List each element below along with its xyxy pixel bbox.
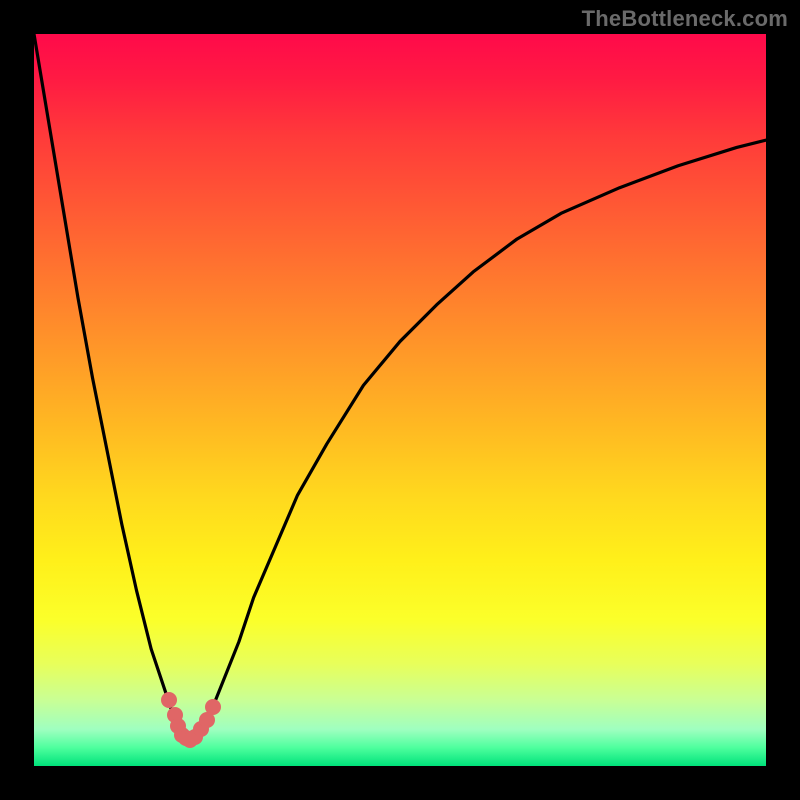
highlight-dot (193, 721, 209, 737)
curve-left-branch (34, 34, 188, 740)
highlight-dot (170, 718, 186, 734)
highlight-dot (161, 692, 177, 708)
watermark-text: TheBottleneck.com (582, 6, 788, 32)
highlight-dot (174, 727, 190, 743)
highlight-dot (199, 712, 215, 728)
curve-layer (34, 34, 766, 766)
highlight-dot (187, 729, 203, 745)
curve-right-branch (188, 140, 766, 740)
chart-frame: TheBottleneck.com (0, 0, 800, 800)
highlight-dot (167, 707, 183, 723)
highlight-dot (178, 730, 194, 746)
highlight-dot (205, 699, 221, 715)
highlight-dot (182, 732, 198, 748)
plot-area (34, 34, 766, 766)
